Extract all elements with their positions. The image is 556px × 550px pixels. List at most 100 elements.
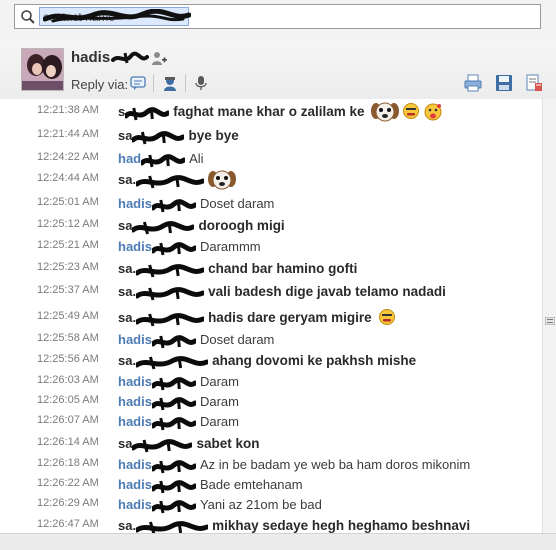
message-row: 12:26:14 AM sa sabet kon	[0, 436, 542, 456]
message-timestamp: 12:24:44 AM	[37, 172, 99, 184]
message-row: 12:25:21 AM hadis Darammm	[0, 239, 542, 259]
messenger-icon[interactable]	[161, 74, 179, 92]
embarrassed-emoticon	[378, 309, 395, 325]
message-sender[interactable]: sa.	[118, 353, 136, 368]
message-sender[interactable]: hadis	[118, 374, 152, 389]
search-box[interactable]	[14, 4, 541, 29]
message-text: vali badesh dige javab telamo nadadi	[208, 284, 446, 299]
message-timestamp: 12:25:21 AM	[37, 239, 99, 251]
message-sender[interactable]: had	[118, 151, 141, 166]
microphone-icon[interactable]	[192, 74, 210, 92]
message-row: 12:21:38 AM s faghat mane khar o zalilam k…	[0, 102, 542, 124]
message-row: 12:25:56 AM sa. ahang dovomi ke pakhsh mis…	[0, 353, 542, 373]
message-timestamp: 12:21:44 AM	[37, 128, 99, 140]
redaction-scribble	[151, 199, 196, 213]
message-sender[interactable]: hadis	[118, 332, 152, 347]
message-sender[interactable]: hadis	[118, 497, 152, 512]
message-sender[interactable]: hadis	[118, 477, 152, 492]
message-row: 12:26:05 AM hadis Daram	[0, 394, 542, 414]
message-row: 12:26:18 AM hadis Az in be badam ye web ba…	[0, 457, 542, 477]
message-sender[interactable]: hadis	[118, 414, 152, 429]
message-timestamp: 12:26:14 AM	[37, 436, 99, 448]
right-scrollbar[interactable]	[542, 99, 556, 533]
message-sender[interactable]: hadis	[118, 196, 152, 211]
message-row: 12:26:29 AM hadis Yani az 21om be bad	[0, 497, 542, 517]
message-row: 12:25:49 AM sa. hadis dare geryam migire	[0, 309, 542, 330]
message-timestamp: 12:26:22 AM	[37, 477, 99, 489]
redaction-scribble	[136, 521, 209, 533]
message-timestamp: 12:25:58 AM	[37, 332, 99, 344]
message-timestamp: 12:25:37 AM	[37, 284, 99, 296]
message-sender[interactable]: sa	[118, 128, 132, 143]
redaction-scribble	[132, 131, 185, 145]
divider	[153, 74, 154, 92]
delete-history-icon[interactable]	[524, 73, 544, 93]
redaction-scribble	[132, 221, 195, 235]
grip-icon[interactable]	[545, 317, 555, 325]
message-sender[interactable]: hadis	[118, 239, 152, 254]
message-timestamp: 12:24:22 AM	[37, 151, 99, 163]
search-input[interactable]	[39, 7, 189, 26]
message-timestamp: 12:25:23 AM	[37, 261, 99, 273]
chat-bubble-icon[interactable]	[129, 74, 147, 92]
redaction-scribble	[151, 335, 196, 349]
message-timestamp: 12:26:05 AM	[37, 394, 99, 406]
tongue-emoticon	[424, 103, 442, 121]
contact-name: hadis	[71, 49, 111, 66]
message-sender[interactable]: sa.	[118, 284, 136, 299]
message-text: Yani az 21om be bad	[199, 497, 322, 512]
redaction-scribble	[136, 264, 205, 278]
message-row: 12:26:03 AM hadis Daram	[0, 374, 542, 394]
redaction-scribble	[141, 154, 186, 168]
message-timestamp: 12:26:29 AM	[37, 497, 99, 509]
message-row: 12:25:37 AM sa. vali badesh dige javab tel…	[0, 284, 542, 304]
message-row: 12:25:23 AM sa. chand bar hamino gofti	[0, 261, 542, 281]
message-text: Doset daram	[199, 196, 275, 211]
redaction-scribble	[151, 417, 196, 431]
redaction-scribble	[151, 242, 196, 256]
message-timestamp: 12:26:47 AM	[37, 518, 99, 530]
message-sender[interactable]: sa.	[118, 172, 136, 187]
message-sender[interactable]: s	[118, 104, 125, 119]
redaction-scribble	[136, 287, 205, 301]
message-timestamp: 12:25:12 AM	[37, 218, 99, 230]
redaction-scribble	[151, 500, 196, 514]
redaction-scribble	[136, 175, 205, 189]
message-text: Darammm	[199, 239, 261, 254]
message-sender[interactable]: hadis	[118, 394, 152, 409]
message-history[interactable]: 12:21:38 AM s faghat mane khar o zalilam k…	[0, 99, 542, 533]
message-sender[interactable]: sa.	[118, 261, 136, 276]
message-sender[interactable]: hadis	[118, 457, 152, 472]
reply-via-label: Reply via:	[71, 77, 129, 92]
message-sender[interactable]: sa	[118, 436, 132, 451]
message-text: Daram	[199, 414, 239, 429]
message-timestamp: 12:21:38 AM	[37, 104, 99, 116]
save-icon[interactable]	[494, 73, 514, 93]
message-sender[interactable]: sa	[118, 218, 132, 233]
embarrassed-emoticon	[402, 103, 419, 119]
message-text: chand bar hamino gofti	[208, 261, 358, 276]
message-timestamp: 12:26:18 AM	[37, 457, 99, 469]
message-row: 12:26:22 AM hadis Bade emtehanam	[0, 477, 542, 497]
conversation-header: hadis Reply via:	[0, 41, 556, 100]
redaction-scribble	[125, 107, 170, 121]
message-text: bye bye	[188, 128, 239, 143]
redaction-scribble	[136, 356, 209, 370]
message-text: doroogh migi	[198, 218, 285, 233]
add-contact-icon[interactable]	[150, 50, 168, 68]
message-timestamp: 12:26:07 AM	[37, 414, 99, 426]
message-text: Ali	[189, 151, 204, 166]
message-sender[interactable]: sa.	[118, 310, 136, 325]
message-row: 12:24:22 AM had Ali	[0, 151, 542, 171]
divider	[185, 74, 186, 92]
message-text: Daram	[199, 374, 239, 389]
message-timestamp: 12:25:56 AM	[37, 353, 99, 365]
avatar[interactable]	[21, 48, 64, 91]
dog-face-icon	[370, 102, 399, 122]
message-sender[interactable]: sa.	[118, 518, 136, 533]
message-timestamp: 12:25:01 AM	[37, 196, 99, 208]
print-icon[interactable]	[463, 73, 483, 93]
message-row: 12:26:07 AM hadis Daram	[0, 414, 542, 434]
message-text: Daram	[199, 394, 239, 409]
message-text: Bade emtehanam	[199, 477, 303, 492]
